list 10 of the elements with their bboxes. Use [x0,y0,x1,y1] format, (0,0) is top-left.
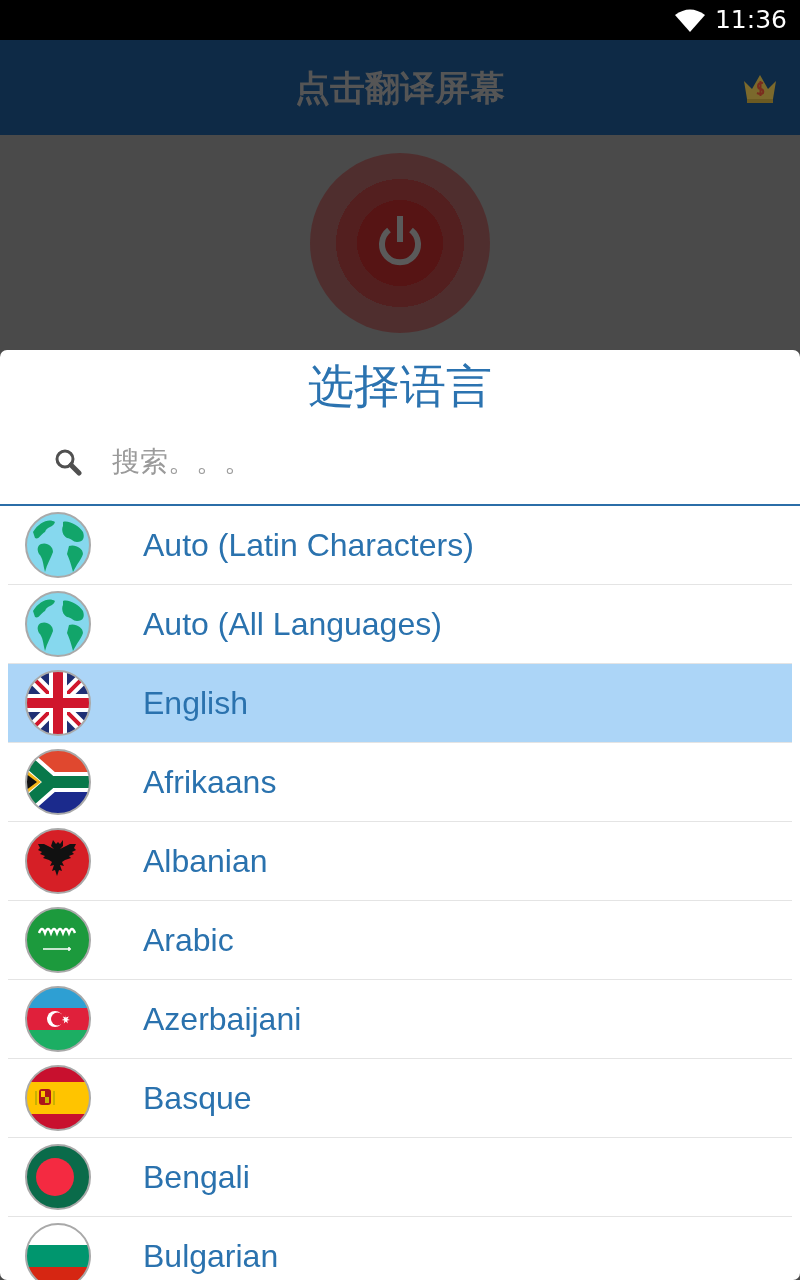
language-item[interactable]: English [8,664,792,743]
search-field[interactable]: 搜索。。。 [112,442,780,482]
bulgarian-flag-icon [25,1223,91,1280]
dialog-title: 选择语言 [308,359,492,414]
search-icon [54,448,82,476]
azerbaijani-flag-icon [25,986,91,1052]
south-african-flag-icon [25,749,91,815]
clock-text: 11:36 [714,5,787,35]
wifi-icon [674,8,705,32]
app-title: 点击翻译屏幕 [295,66,505,109]
